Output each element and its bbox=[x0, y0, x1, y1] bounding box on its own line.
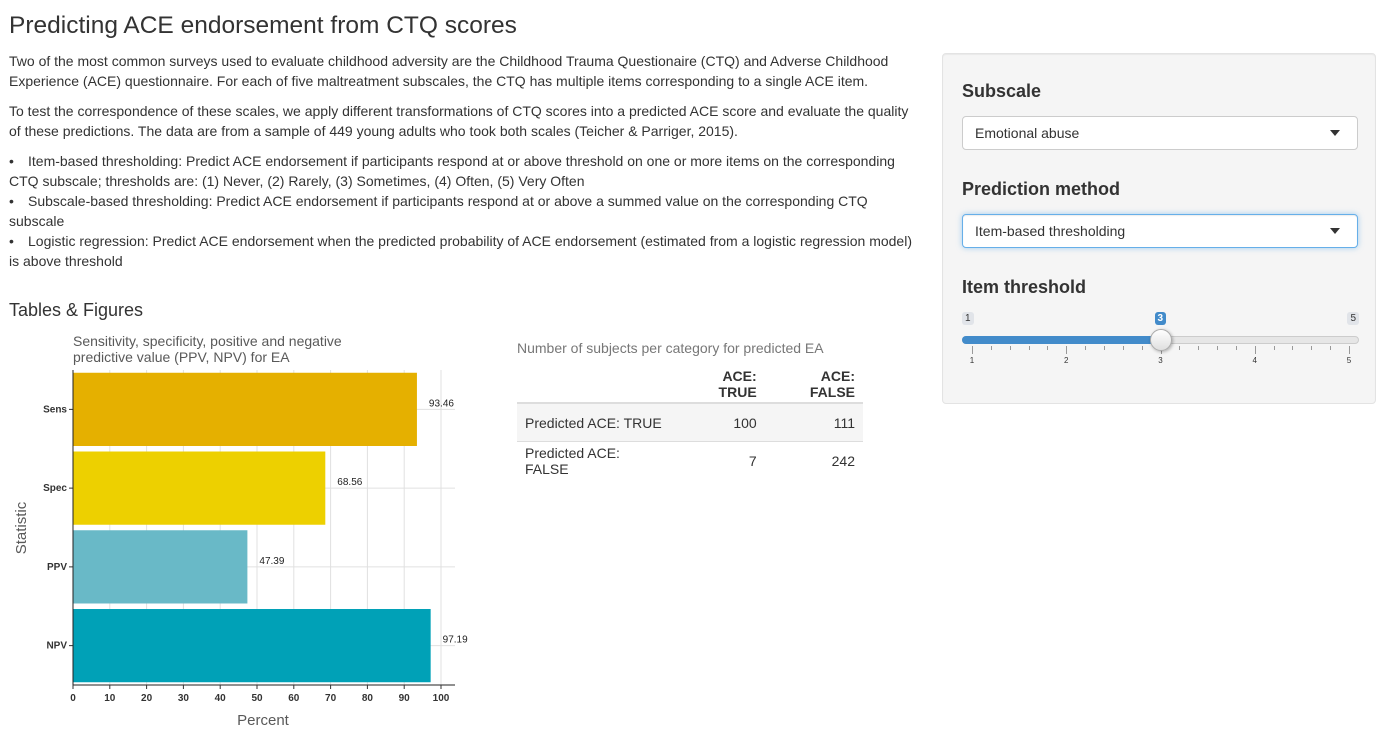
chart-title-line-2: predictive value (PPV, NPV) for EA bbox=[73, 349, 290, 365]
slider-minor-tick bbox=[1047, 346, 1049, 350]
table-caption: Number of subjects per category for pred… bbox=[517, 340, 824, 356]
x-axis-title: Percent bbox=[237, 712, 290, 729]
table-cell: Predicted ACE: TRUE bbox=[517, 403, 674, 442]
intro-paragraph-2: To test the correspondence of these scal… bbox=[9, 103, 909, 139]
prediction-method-selected-value: Item-based thresholding bbox=[975, 223, 1126, 239]
table-header-cell: ACE: FALSE bbox=[764, 365, 863, 404]
method-item-text: Logistic regression: Predict ACE endorse… bbox=[9, 233, 912, 269]
sidebar-panel: Subscale Emotional abuse Prediction meth… bbox=[942, 53, 1376, 404]
bar-ppv bbox=[73, 530, 248, 604]
slider-tick-label: 1 bbox=[969, 356, 975, 365]
intro-paragraph-1: Two of the most common surveys used to e… bbox=[9, 53, 889, 89]
table-header-row: ACE: TRUE ACE: FALSE bbox=[517, 365, 863, 404]
table-cell: 242 bbox=[764, 441, 863, 479]
x-tick-label: 0 bbox=[70, 693, 76, 704]
x-tick-label: 60 bbox=[288, 693, 300, 704]
bar-value-label: 93.46 bbox=[429, 398, 454, 409]
prediction-method-select[interactable]: Item-based thresholding bbox=[962, 214, 1358, 248]
bar-chart: 93.46 68.56 47.39 97.19 Sens Spec PPV NPV 0 10 20… bbox=[13, 333, 468, 729]
table-cell: 7 bbox=[673, 441, 765, 479]
slider-minor-tick bbox=[1311, 346, 1313, 350]
slider-major-tick bbox=[1254, 346, 1256, 354]
slider-value-label: 3 bbox=[1154, 312, 1167, 325]
x-tick-label: 90 bbox=[399, 693, 411, 704]
slider-major-tick bbox=[1066, 346, 1068, 354]
slider-minor-tick bbox=[1179, 346, 1181, 350]
x-tick-label: 10 bbox=[104, 693, 116, 704]
prediction-method-label: Prediction method bbox=[962, 179, 1121, 199]
item-threshold-slider[interactable]: 1 5 3 1 2 3 4 5 bbox=[962, 312, 1359, 372]
y-tick-label: PPV bbox=[47, 562, 67, 573]
table-cell: Predicted ACE: FALSE bbox=[517, 441, 674, 479]
slider-minor-tick bbox=[1122, 346, 1124, 350]
slider-minor-tick bbox=[1198, 346, 1200, 350]
x-tick-label: 20 bbox=[141, 693, 153, 704]
slider-minor-tick bbox=[1009, 346, 1011, 350]
slider-tick-label: 5 bbox=[1346, 356, 1352, 365]
x-tick-label: 40 bbox=[215, 693, 227, 704]
x-tick-label: 50 bbox=[251, 693, 263, 704]
slider-max-label: 5 bbox=[1347, 312, 1359, 325]
table-cell: 111 bbox=[764, 403, 863, 442]
table-cell: 100 bbox=[673, 403, 765, 442]
method-list: Item-based thresholding: Predict ACE end… bbox=[9, 151, 914, 271]
subscale-selected-value: Emotional abuse bbox=[975, 125, 1080, 141]
slider-tick-label: 4 bbox=[1252, 356, 1257, 365]
slider-major-tick bbox=[972, 346, 973, 354]
bar-value-label: 47.39 bbox=[259, 556, 284, 567]
slider-tick-label: 3 bbox=[1158, 356, 1163, 365]
section-heading: Tables & Figures bbox=[9, 300, 144, 320]
slider-tick-label: 2 bbox=[1064, 356, 1069, 365]
method-item-item-based: Item-based thresholding: Predict ACE end… bbox=[9, 151, 914, 191]
method-item-subscale-based: Subscale-based thresholding: Predict ACE… bbox=[9, 191, 914, 231]
y-tick-label: Spec bbox=[43, 483, 67, 494]
slider-minor-tick bbox=[990, 346, 992, 350]
chart-bars: 93.46 68.56 47.39 97.19 bbox=[73, 372, 468, 683]
page-title: Predicting ACE endorsement from CTQ scor… bbox=[9, 12, 517, 39]
slider-major-tick bbox=[1349, 346, 1350, 354]
table-row: Predicted ACE: FALSE 7 242 bbox=[517, 441, 863, 479]
slider-minor-tick bbox=[1217, 346, 1219, 350]
slider-minor-tick bbox=[1141, 346, 1143, 350]
subscale-label: Subscale bbox=[962, 81, 1042, 101]
slider-minor-tick bbox=[1273, 346, 1275, 350]
x-tick-label: 30 bbox=[178, 693, 190, 704]
counts-table: ACE: TRUE ACE: FALSE Predicted ACE: TRUE… bbox=[517, 365, 863, 479]
table-row: Predicted ACE: TRUE 100 111 bbox=[517, 403, 863, 442]
bar-value-label: 68.56 bbox=[337, 477, 362, 488]
slider-minor-tick bbox=[1292, 346, 1294, 350]
slider-handle[interactable] bbox=[1149, 329, 1172, 351]
chevron-down-icon bbox=[1330, 228, 1340, 234]
bar-value-label: 97.19 bbox=[443, 635, 468, 646]
y-tick-label: NPV bbox=[46, 641, 67, 652]
slider-minor-tick bbox=[1028, 346, 1030, 350]
chevron-down-icon bbox=[1330, 130, 1340, 136]
x-tick-label: 70 bbox=[325, 693, 337, 704]
x-tick-label: 100 bbox=[433, 693, 450, 704]
slider-minor-tick bbox=[1085, 346, 1087, 350]
method-item-logistic: Logistic regression: Predict ACE endorse… bbox=[9, 231, 914, 271]
slider-minor-tick bbox=[1103, 346, 1105, 350]
y-axis-title: Statistic bbox=[13, 501, 30, 554]
x-tick-label: 80 bbox=[362, 693, 374, 704]
bar-spec bbox=[73, 451, 326, 525]
method-item-text: Item-based thresholding: Predict ACE end… bbox=[9, 153, 895, 189]
table-header-cell: ACE: TRUE bbox=[673, 365, 765, 404]
slider-minor-tick bbox=[1235, 346, 1237, 350]
y-tick-label: Sens bbox=[43, 404, 67, 415]
slider-min-label: 1 bbox=[962, 312, 974, 325]
slider-minor-tick bbox=[1330, 346, 1332, 350]
chart-title-line-1: Sensitivity, specificity, positive and n… bbox=[73, 333, 342, 349]
bar-npv bbox=[73, 609, 431, 683]
method-item-text: Subscale-based thresholding: Predict ACE… bbox=[9, 193, 868, 229]
table-header-cell bbox=[517, 365, 674, 404]
item-threshold-label: Item threshold bbox=[962, 277, 1087, 297]
subscale-select[interactable]: Emotional abuse bbox=[962, 116, 1358, 150]
bar-sens bbox=[73, 372, 417, 446]
slider-fill bbox=[962, 336, 1161, 344]
